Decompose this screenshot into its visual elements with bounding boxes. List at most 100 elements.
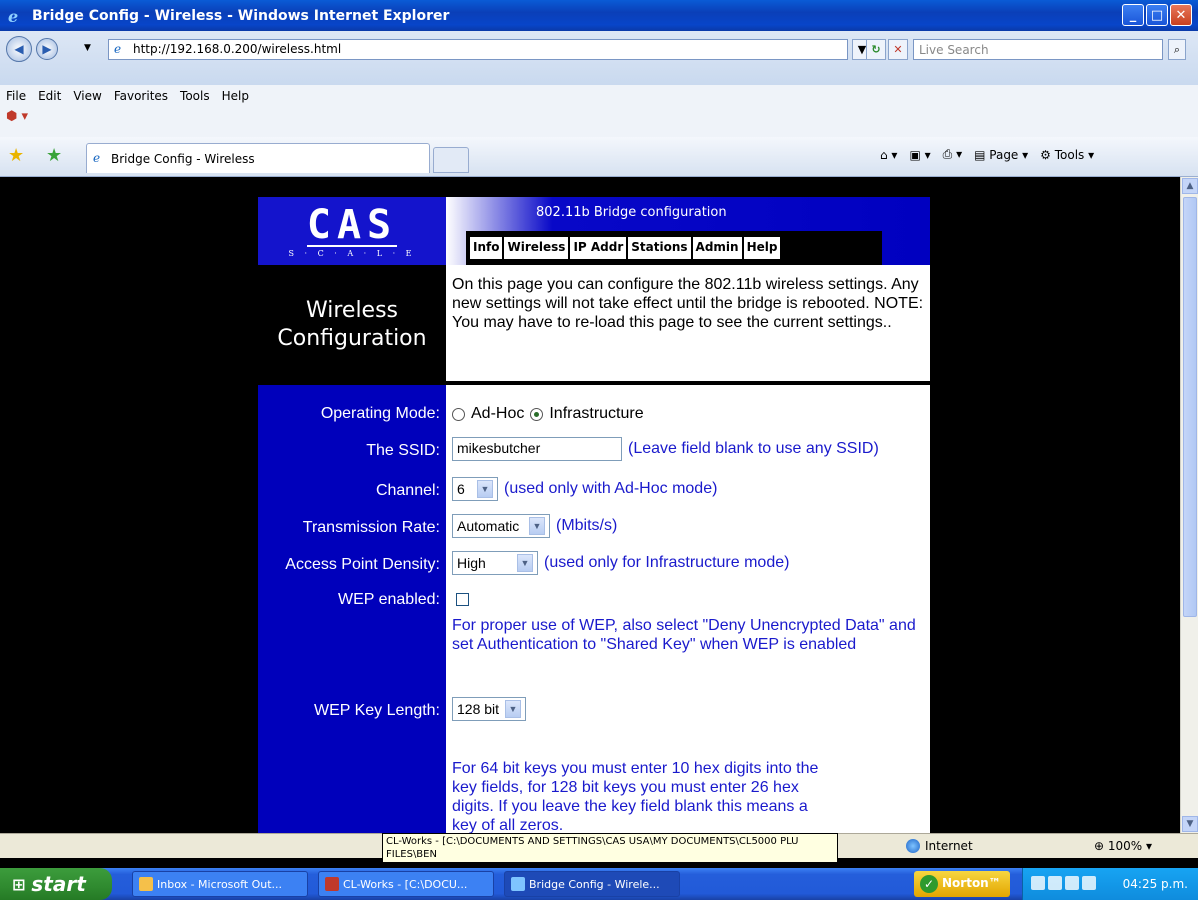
maximize-button[interactable]: □ <box>1146 4 1168 26</box>
favorites-star-icon[interactable]: ★ <box>8 145 24 166</box>
home-icon[interactable]: ⌂ ▾ <box>880 148 897 162</box>
page-title-line2: Configuration <box>277 326 427 351</box>
settings-form: Ad-Hoc Infrastructure mikesbutcher (Leav… <box>446 385 930 833</box>
ie-logo-icon: e <box>8 6 19 26</box>
ssid-input[interactable]: mikesbutcher <box>452 437 622 461</box>
page-content: CAS S · C · A · L · E 802.11b Bridge con… <box>0 177 1180 833</box>
page-icon: e <box>114 42 122 56</box>
channel-label: Channel: <box>375 482 440 499</box>
forward-button[interactable]: ▶ <box>36 38 58 60</box>
ap-density-select[interactable]: High ▼ <box>452 551 538 575</box>
start-button[interactable]: ⊞ start <box>0 868 112 900</box>
tray-icons <box>1031 876 1096 890</box>
tray-icon[interactable] <box>1031 876 1045 890</box>
history-dropdown-icon[interactable]: ▼ <box>84 43 91 53</box>
form-labels-column: Operating Mode: The SSID: Channel: Trans… <box>258 385 446 833</box>
nav-tab-wireless[interactable]: Wireless <box>504 237 569 259</box>
window-title: Bridge Config - Wireless - Windows Inter… <box>32 7 450 24</box>
zoom-icon: ⊕ <box>1094 839 1105 853</box>
taskbar-item-outlook[interactable]: Inbox - Microsoft Out... <box>132 871 308 897</box>
menu-bar: File Edit View Favorites Tools Help ⬢ ▾ <box>0 85 1198 137</box>
adhoc-label: Ad-Hoc <box>471 405 525 422</box>
wep-key-length-select[interactable]: 128 bit ▼ <box>452 697 526 721</box>
address-input[interactable]: e http://192.168.0.200/wireless.html <box>108 39 848 60</box>
wep-enabled-checkbox[interactable] <box>456 593 469 606</box>
key-note: For 64 bit keys you must enter 10 hex di… <box>452 760 819 833</box>
vertical-scrollbar[interactable]: ▲ ▼ <box>1180 177 1198 833</box>
menu-view[interactable]: View <box>73 89 101 103</box>
nav-tab-info[interactable]: Info <box>470 237 503 259</box>
new-tab-button[interactable] <box>433 147 469 173</box>
search-icon[interactable]: ⌕ <box>1168 39 1186 60</box>
task-label: CL-Works - [C:\DOCU... <box>343 878 468 891</box>
clock: 04:25 p.m. <box>1122 877 1188 891</box>
taskbar-item-clworks[interactable]: CL-Works - [C:\DOCU... <box>318 871 494 897</box>
tools-menu[interactable]: ⚙ Tools ▾ <box>1040 148 1094 162</box>
transmission-rate-hint: (Mbits/s) <box>556 517 618 534</box>
wep-key-length-value: 128 bit <box>457 701 500 717</box>
zone-label: Internet <box>925 839 973 853</box>
menu-edit[interactable]: Edit <box>38 89 61 103</box>
operating-mode-label: Operating Mode: <box>320 405 440 422</box>
tray-icon[interactable] <box>1048 876 1062 890</box>
nav-tab-stations[interactable]: Stations <box>628 237 691 259</box>
back-button[interactable]: ◀ <box>6 36 32 62</box>
ap-density-field: High ▼ (used only for Infrastructure mod… <box>452 551 789 575</box>
refresh-icon[interactable]: ↻ <box>866 39 886 60</box>
tray-icon[interactable] <box>1082 876 1096 890</box>
infrastructure-radio[interactable] <box>530 407 544 421</box>
feeds-icon[interactable]: ▣ ▾ <box>909 148 930 162</box>
print-icon[interactable]: ⎙ ▾ <box>943 147 962 162</box>
clworks-icon <box>325 877 339 891</box>
search-placeholder: Live Search <box>919 43 989 57</box>
scroll-up-icon[interactable]: ▲ <box>1182 178 1198 194</box>
search-input[interactable]: Live Search <box>913 39 1163 60</box>
browser-tab[interactable]: e Bridge Config - Wireless <box>86 143 430 173</box>
tray-icon[interactable] <box>1065 876 1079 890</box>
logo-text: CAS <box>306 201 398 248</box>
chevron-down-icon: ▼ <box>477 480 493 498</box>
menu-file[interactable]: File <box>6 89 26 103</box>
adhoc-radio[interactable] <box>452 407 465 421</box>
taskbar-tooltip: CL-Works - [C:\DOCUMENTS AND SETTINGS\CA… <box>382 833 838 863</box>
tab-ie-icon: e <box>93 151 101 165</box>
minimize-button[interactable]: _ <box>1122 4 1144 26</box>
menu-help[interactable]: Help <box>222 89 249 103</box>
scroll-down-icon[interactable]: ▼ <box>1182 816 1198 832</box>
menu-tools[interactable]: Tools <box>180 89 210 103</box>
logo-subtext: S · C · A · L · E <box>288 248 416 258</box>
norton-label: Norton™ <box>942 876 1001 890</box>
channel-select[interactable]: 6 ▼ <box>452 477 498 501</box>
ap-density-label: Access Point Density: <box>285 556 440 573</box>
check-icon: ✓ <box>920 875 938 893</box>
norton-button[interactable]: ✓ Norton™ <box>914 871 1010 897</box>
chevron-down-icon: ▼ <box>529 517 545 535</box>
windows-logo-icon: ⊞ <box>12 874 26 894</box>
wep-enabled-label: WEP enabled: <box>338 591 440 608</box>
page-nav-tabs: Info Wireless IP Addr Stations Admin Hel… <box>466 231 882 265</box>
ap-density-value: High <box>457 555 486 571</box>
taskbar-item-bridge-config[interactable]: Bridge Config - Wirele... <box>504 871 680 897</box>
page-menu[interactable]: ▤ Page ▾ <box>974 148 1028 162</box>
wep-note: For proper use of WEP, also select "Deny… <box>452 617 916 653</box>
addon-toolbar-icon[interactable]: ⬢ ▾ <box>6 109 28 124</box>
zoom-control[interactable]: ⊕ 100% ▾ <box>1094 839 1152 853</box>
transmission-rate-value: Automatic <box>457 518 520 534</box>
wep-key-length-label: WEP Key Length: <box>314 702 440 719</box>
chevron-down-icon: ▼ <box>505 700 521 718</box>
channel-field: 6 ▼ (used only with Ad-Hoc mode) <box>452 477 717 501</box>
add-favorite-icon[interactable]: ★ <box>46 145 62 166</box>
nav-tab-help[interactable]: Help <box>743 237 781 259</box>
transmission-rate-select[interactable]: Automatic ▼ <box>452 514 550 538</box>
globe-icon <box>906 839 920 853</box>
page-title-line1: Wireless <box>305 298 399 323</box>
close-button[interactable]: ✕ <box>1170 4 1192 26</box>
window-title-bar[interactable]: e Bridge Config - Wireless - Windows Int… <box>0 0 1198 31</box>
scrollbar-thumb[interactable] <box>1183 197 1197 617</box>
tab-bar: ★ ★ e Bridge Config - Wireless ⌂ ▾ ▣ ▾ ⎙… <box>0 137 1198 177</box>
nav-tab-admin[interactable]: Admin <box>692 237 742 259</box>
security-zone: Internet <box>906 839 973 853</box>
stop-icon[interactable]: ✕ <box>888 39 908 60</box>
menu-favorites[interactable]: Favorites <box>114 89 168 103</box>
nav-tab-ip-addr[interactable]: IP Addr <box>570 237 627 259</box>
